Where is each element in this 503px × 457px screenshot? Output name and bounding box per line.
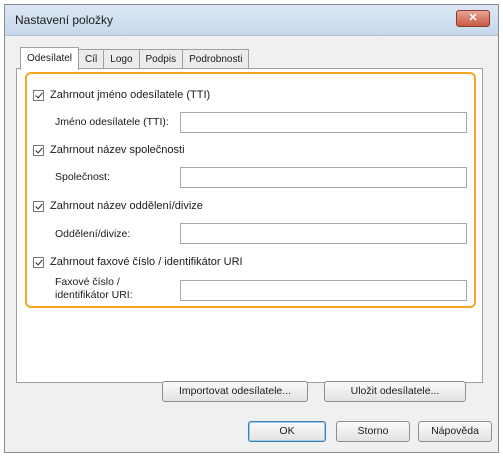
include-fax-checkbox[interactable]: Zahrnout faxové číslo / identifikátor UR… bbox=[33, 254, 243, 270]
checkbox-checked-icon bbox=[33, 256, 44, 268]
ok-button[interactable]: OK bbox=[248, 421, 326, 442]
checkbox-checked-icon bbox=[33, 200, 44, 212]
help-button[interactable]: Nápověda bbox=[418, 421, 492, 442]
include-company-checkbox[interactable]: Zahrnout název společnosti bbox=[33, 142, 185, 158]
tab-sender[interactable]: Odesílatel bbox=[20, 47, 80, 70]
tab-destination[interactable]: Cíl bbox=[78, 49, 105, 69]
fax-label-line1: Faxové číslo / bbox=[55, 276, 120, 288]
close-icon: ✕ bbox=[468, 12, 478, 24]
include-tti-checkbox[interactable]: Zahrnout jméno odesílatele (TTI) bbox=[33, 87, 210, 103]
include-department-label: Zahrnout název oddělení/divize bbox=[50, 200, 203, 212]
tti-name-input[interactable] bbox=[180, 112, 467, 133]
department-input[interactable] bbox=[180, 223, 467, 244]
fax-input[interactable] bbox=[180, 280, 467, 301]
save-sender-button[interactable]: Uložit odesílatele... bbox=[324, 381, 466, 402]
company-input[interactable] bbox=[180, 167, 467, 188]
tab-signature[interactable]: Podpis bbox=[138, 49, 184, 69]
checkbox-checked-icon bbox=[33, 144, 44, 156]
title-bar: Nastavení položky ✕ bbox=[5, 5, 498, 36]
tab-logo[interactable]: Logo bbox=[103, 49, 140, 69]
close-button[interactable]: ✕ bbox=[456, 10, 490, 27]
fax-label-line2: identifikátor URI: bbox=[55, 289, 133, 301]
include-fax-label: Zahrnout faxové číslo / identifikátor UR… bbox=[50, 256, 243, 268]
company-label: Společnost: bbox=[55, 171, 110, 183]
tti-name-label: Jméno odesílatele (TTI): bbox=[55, 116, 169, 128]
checkbox-checked-icon bbox=[33, 89, 44, 101]
highlight-frame bbox=[25, 72, 476, 308]
dialog-title: Nastavení položky bbox=[15, 13, 114, 27]
include-department-checkbox[interactable]: Zahrnout název oddělení/divize bbox=[33, 198, 203, 214]
tab-details[interactable]: Podrobnosti bbox=[182, 49, 250, 69]
include-tti-label: Zahrnout jméno odesílatele (TTI) bbox=[50, 89, 211, 101]
cancel-button[interactable]: Storno bbox=[336, 421, 410, 442]
tab-strip: Odesílatel Cíl Logo Podpis Podrobnosti bbox=[20, 47, 250, 70]
department-label: Oddělení/divize: bbox=[55, 228, 131, 240]
include-company-label: Zahrnout název společnosti bbox=[50, 144, 185, 156]
import-sender-button[interactable]: Importovat odesílatele... bbox=[162, 381, 308, 402]
